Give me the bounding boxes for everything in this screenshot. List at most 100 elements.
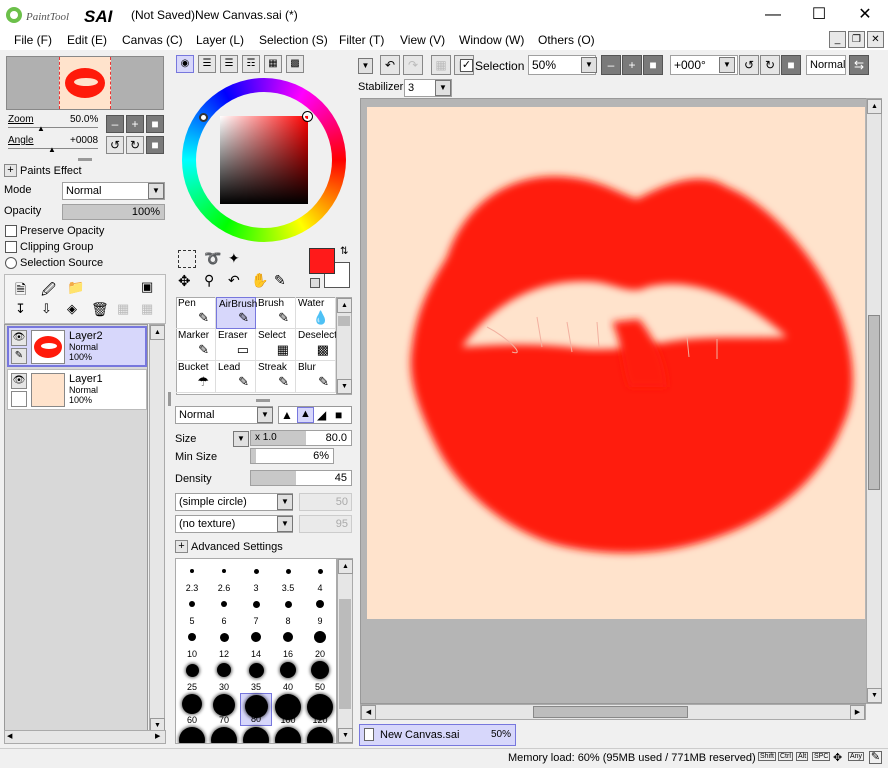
brush-size-40[interactable]: 40 (272, 660, 304, 693)
menu-layer[interactable]: Layer (L) (196, 33, 244, 47)
chevron-down-icon[interactable]: ▼ (581, 57, 597, 73)
tool-bucket[interactable]: Bucket ☂ (176, 361, 216, 393)
hsv-slider-icon[interactable]: ☰ (220, 55, 238, 73)
edge-hard-icon[interactable]: ▲ (281, 408, 293, 422)
paints-effect-label[interactable]: Paints Effect (20, 165, 82, 177)
menu-view[interactable]: View (V) (400, 33, 445, 47)
zoom-slider[interactable] (8, 127, 98, 128)
scroll-thumb[interactable] (533, 706, 688, 718)
texture-select[interactable]: (no texture) (175, 515, 293, 533)
density-slider[interactable]: 45 (250, 470, 352, 486)
layers-scrollbar[interactable]: ▲ ▼ (149, 324, 165, 734)
canvas-blend-select[interactable]: Normal (806, 55, 846, 75)
brush-size-14[interactable]: 14 (240, 627, 272, 660)
close-button[interactable]: ✕ (842, 0, 888, 30)
menu-window[interactable]: Window (W) (459, 33, 524, 47)
left-splitter[interactable] (168, 392, 171, 406)
brush-size-70[interactable]: 70 (208, 693, 240, 726)
brush-size-12[interactable]: 12 (208, 627, 240, 660)
brush-size-20[interactable]: 20 (304, 627, 336, 660)
rgb-slider-icon[interactable]: ☰ (198, 55, 216, 73)
scroll-down-icon[interactable]: ▼ (337, 379, 352, 394)
zoom-in-button[interactable]: + (126, 115, 144, 133)
edge-flat-icon[interactable]: ■ (335, 408, 342, 422)
selection-source-radio[interactable] (5, 257, 17, 269)
brush-size-100[interactable]: 100 (272, 693, 304, 726)
chevron-down-icon[interactable]: ▼ (277, 516, 293, 532)
zoom-slider-handle[interactable]: ▲ (37, 124, 45, 133)
chevron-down-icon[interactable]: ▼ (257, 407, 273, 423)
brush-size-2.6[interactable]: 2.6 (208, 561, 240, 594)
brush-size-60[interactable]: 60 (176, 693, 208, 726)
layers-hscrollbar[interactable]: ◀ ▶ (4, 730, 166, 744)
lasso-icon[interactable]: ➰ (204, 250, 221, 267)
color-marker[interactable] (302, 111, 313, 122)
rect-select-icon[interactable] (178, 250, 196, 268)
chevron-down-icon[interactable]: ▼ (277, 494, 293, 510)
scroll-down-icon[interactable]: ▼ (867, 688, 882, 703)
scroll-thumb[interactable] (338, 316, 350, 326)
canvas-vscrollbar[interactable]: ▲ ▼ (866, 98, 882, 704)
new-folder-icon[interactable]: 📁 (67, 279, 84, 296)
panel-splitter[interactable] (78, 158, 92, 161)
menu-others[interactable]: Others (O) (538, 33, 595, 47)
brush-size-25[interactable]: 25 (176, 660, 208, 693)
toolbar-menu-icon[interactable]: ▼ (358, 58, 373, 74)
rotate-left-button[interactable]: ↺ (106, 136, 124, 154)
brush-size-200[interactable]: 200 (208, 726, 240, 743)
brush-size-160[interactable]: 160 (176, 726, 208, 743)
tool-airbrush[interactable]: AirBrush ✎ (216, 297, 257, 329)
scratchpad-icon[interactable]: ▩ (286, 55, 304, 73)
scroll-thumb[interactable] (339, 599, 351, 709)
navigator-preview[interactable] (6, 56, 164, 110)
edge-medium-icon[interactable]: ▲ (297, 407, 314, 423)
color-wheel[interactable] (182, 78, 346, 242)
brush-size-2.3[interactable]: 2.3 (176, 561, 208, 594)
tool-pen[interactable]: Pen ✎ (176, 297, 216, 329)
zoom-reset-button[interactable]: ■ (146, 115, 164, 133)
document-tab[interactable]: New Canvas.sai 50% (359, 724, 516, 746)
brush-shape-select[interactable]: (simple circle) (175, 493, 293, 511)
brush-size-7[interactable]: 7 (240, 594, 272, 627)
expand-plus-icon[interactable]: + (4, 164, 17, 177)
maximize-button[interactable]: ☐ (796, 0, 842, 30)
menu-filter[interactable]: Filter (T) (339, 33, 384, 47)
layer-row-layer2[interactable]: 👁 ✎ Layer2 Normal 100% (7, 326, 147, 367)
tools-scrollbar[interactable]: ▲ ▼ (336, 297, 352, 395)
swatches-icon[interactable]: ▦ (264, 55, 282, 73)
swap-colors-icon[interactable]: ⇅ (340, 246, 348, 257)
mdi-restore-button[interactable]: ❐ (848, 31, 865, 48)
min-size-slider[interactable]: 6% (250, 448, 334, 464)
move-icon[interactable]: ✥ (178, 272, 191, 290)
tool-splitter[interactable] (256, 399, 270, 402)
tool-marker[interactable]: Marker ✎ (176, 329, 216, 361)
angle-slider-handle[interactable]: ▲ (48, 145, 56, 154)
tool-deselect[interactable]: Deselect ▩ (296, 329, 337, 361)
canvas-hscrollbar[interactable]: ◀ ▶ (360, 704, 866, 720)
scroll-up-icon[interactable]: ▲ (867, 99, 882, 114)
scroll-up-icon[interactable]: ▲ (338, 559, 353, 574)
merge-down-icon[interactable]: ⇩ (41, 301, 52, 317)
selection-visible-checkbox[interactable]: ✓ (460, 59, 473, 72)
flip-horizontal-icon[interactable]: ⇆ (849, 55, 869, 75)
scroll-thumb[interactable] (868, 315, 880, 490)
brush-size-10[interactable]: 10 (176, 627, 208, 660)
transfer-down-icon[interactable]: ↧ (15, 301, 26, 317)
brush-size-300[interactable]: 300 (272, 726, 304, 743)
brush-size-9[interactable]: 9 (304, 594, 336, 627)
scroll-down-icon[interactable]: ▼ (338, 728, 353, 743)
swatch-icon[interactable]: ☶ (242, 55, 260, 73)
primary-color-swatch[interactable] (309, 248, 335, 274)
brush-size-80[interactable]: 80 (240, 693, 272, 726)
mdi-close-button[interactable]: ✕ (867, 31, 884, 48)
canvas-sheet[interactable] (367, 107, 865, 619)
zoom-icon[interactable]: ⚲ (204, 272, 214, 289)
layer-mask-icon[interactable]: ▣ (141, 279, 153, 295)
tool-brush[interactable]: Brush ✎ (256, 297, 296, 329)
brush-size-slider[interactable]: x 1.0 80.0 (250, 430, 352, 446)
transparent-color-icon[interactable] (310, 278, 320, 288)
tool-select[interactable]: Select ▦ (256, 329, 296, 361)
brush-size-16[interactable]: 16 (272, 627, 304, 660)
scroll-up-icon[interactable]: ▲ (337, 298, 352, 313)
hue-marker[interactable] (199, 113, 208, 122)
